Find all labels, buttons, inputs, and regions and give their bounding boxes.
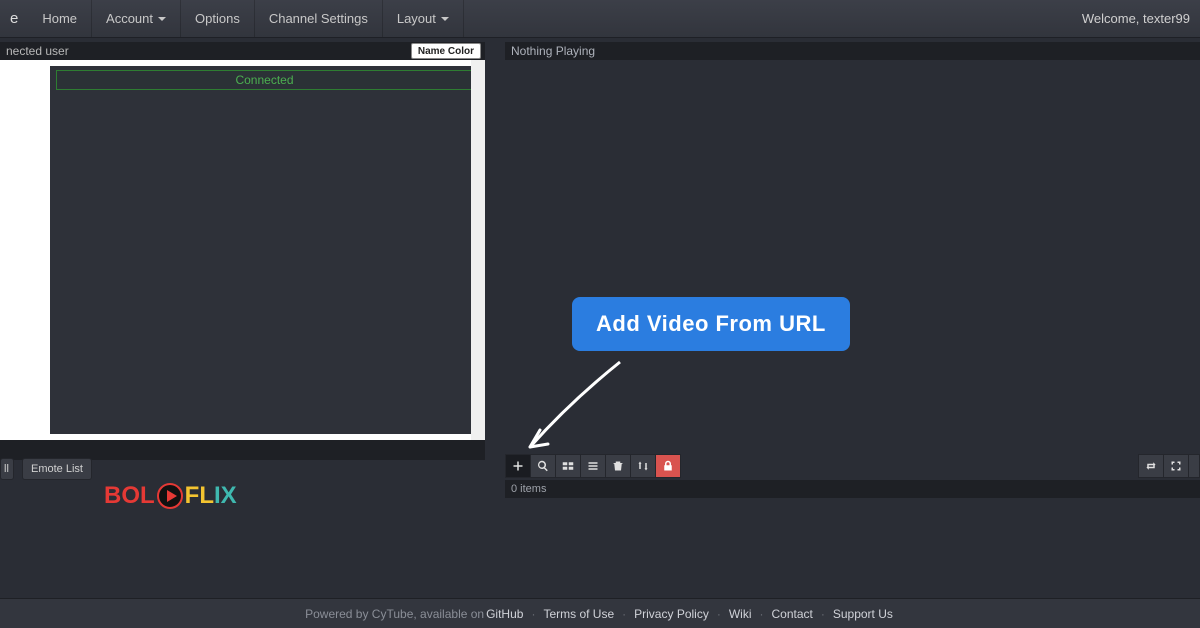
- nav-layout[interactable]: Layout: [383, 0, 464, 37]
- playlist-toolbar-right: [1138, 454, 1200, 478]
- connected-users-label: nected user: [6, 44, 69, 58]
- loop-button[interactable]: [1138, 454, 1164, 478]
- nav-home-label: Home: [42, 11, 77, 26]
- nav-options[interactable]: Options: [181, 0, 255, 37]
- nav-layout-label: Layout: [397, 11, 436, 26]
- lock-playlist-button[interactable]: [655, 454, 681, 478]
- footer: Powered by CyTube, available on GitHub ·…: [0, 598, 1200, 628]
- fullscreen-button[interactable]: [1163, 454, 1189, 478]
- chat-panel: Connected: [0, 60, 485, 440]
- chat-userlist[interactable]: [0, 60, 44, 440]
- emote-list-button[interactable]: Emote List: [22, 458, 92, 480]
- extra-button[interactable]: [1188, 454, 1200, 478]
- logo-part-bol: BOL: [104, 482, 155, 510]
- list-icon: [587, 460, 599, 472]
- footer-prefix: Powered by CyTube, available on: [305, 607, 484, 621]
- add-video-button[interactable]: [505, 454, 531, 478]
- logo-part-ix: IX: [214, 482, 237, 510]
- manage-playlist-button[interactable]: [555, 454, 581, 478]
- nav-channel-settings-label: Channel Settings: [269, 11, 368, 26]
- search-button[interactable]: [530, 454, 556, 478]
- caret-icon: [158, 17, 166, 21]
- nav-account-label: Account: [106, 11, 153, 26]
- nav-options-label: Options: [195, 11, 240, 26]
- plus-icon: [512, 460, 524, 472]
- search-icon: [537, 460, 549, 472]
- brand[interactable]: e: [0, 0, 28, 37]
- nav-home[interactable]: Home: [28, 0, 92, 37]
- playlist-count: 0 items: [505, 480, 1200, 498]
- lock-icon: [662, 460, 674, 472]
- chat-messages[interactable]: Connected: [50, 66, 479, 434]
- chat-message-area: Connected: [44, 60, 485, 440]
- logo-part-fl: FL: [185, 482, 214, 510]
- fullscreen-icon: [1170, 460, 1182, 472]
- list-view-button[interactable]: [580, 454, 606, 478]
- name-color-button[interactable]: Name Color: [411, 43, 481, 59]
- poll-button[interactable]: ll: [0, 458, 14, 480]
- chat-input[interactable]: [0, 440, 485, 460]
- chat-header: nected user Name Color: [0, 42, 485, 60]
- footer-link-wiki[interactable]: Wiki: [729, 607, 752, 621]
- sort-icon: [637, 460, 649, 472]
- playlist-toolbar: [505, 454, 681, 478]
- shuffle-button[interactable]: [630, 454, 656, 478]
- scrollbar-vertical[interactable]: [471, 60, 485, 440]
- caret-icon: [441, 17, 449, 21]
- now-playing-title: Nothing Playing: [505, 42, 1200, 60]
- footer-link-github[interactable]: GitHub: [486, 607, 523, 621]
- annotation-callout: Add Video From URL: [572, 297, 850, 351]
- navbar: e Home Account Options Channel Settings …: [0, 0, 1200, 38]
- clear-playlist-button[interactable]: [605, 454, 631, 478]
- footer-link-contact[interactable]: Contact: [772, 607, 813, 621]
- footer-link-privacy[interactable]: Privacy Policy: [634, 607, 709, 621]
- nav-channel-settings[interactable]: Channel Settings: [255, 0, 383, 37]
- connected-banner: Connected: [56, 70, 473, 90]
- footer-link-support[interactable]: Support Us: [833, 607, 893, 621]
- welcome-text[interactable]: Welcome, texter99: [1072, 0, 1200, 37]
- nav-account[interactable]: Account: [92, 0, 181, 37]
- grid-icon: [562, 460, 574, 472]
- trash-icon: [612, 460, 624, 472]
- boldflix-logo: BOL FL IX: [104, 482, 237, 510]
- logo-play-icon: [156, 482, 184, 510]
- video-player-area[interactable]: [505, 60, 1200, 440]
- footer-link-terms[interactable]: Terms of Use: [543, 607, 614, 621]
- loop-icon: [1145, 460, 1157, 472]
